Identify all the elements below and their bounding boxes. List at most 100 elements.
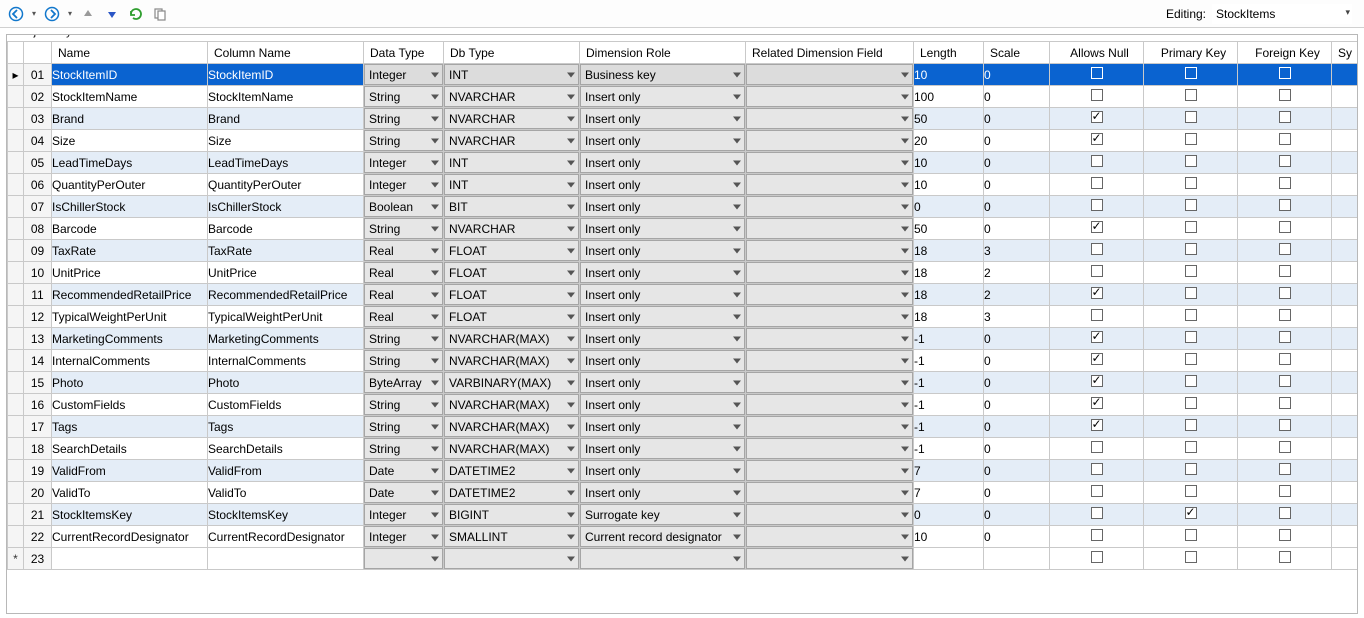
cell-rel-dim[interactable]	[746, 174, 914, 196]
cell-scale[interactable]: 0	[984, 64, 1050, 86]
combo-cell[interactable]	[746, 504, 913, 525]
cell-length[interactable]: -1	[914, 328, 984, 350]
cell-sy[interactable]	[1332, 328, 1358, 350]
combo-cell[interactable]: Real	[364, 240, 443, 261]
cell-name[interactable]: LeadTimeDays	[52, 152, 208, 174]
cell-dim-role[interactable]: Insert only	[580, 262, 746, 284]
cell-foreign-key[interactable]	[1238, 86, 1332, 108]
combo-cell[interactable]: NVARCHAR	[444, 86, 579, 107]
cell-name[interactable]: IsChillerStock	[52, 196, 208, 218]
cell-dim-role[interactable]: Insert only	[580, 108, 746, 130]
cell-rel-dim[interactable]	[746, 416, 914, 438]
cell-length[interactable]: 20	[914, 130, 984, 152]
cell-column-name[interactable]: StockItemName	[208, 86, 364, 108]
cell-foreign-key[interactable]	[1238, 394, 1332, 416]
cell-sy[interactable]	[1332, 416, 1358, 438]
cell-scale[interactable]: 0	[984, 504, 1050, 526]
cell-dim-role[interactable]	[580, 548, 746, 570]
cell-db-type[interactable]: NVARCHAR(MAX)	[444, 416, 580, 438]
combo-cell[interactable]: FLOAT	[444, 284, 579, 305]
cell-foreign-key[interactable]	[1238, 460, 1332, 482]
cell-db-type[interactable]: INT	[444, 64, 580, 86]
checkbox[interactable]	[1091, 243, 1103, 255]
cell-sy[interactable]	[1332, 372, 1358, 394]
cell-scale[interactable]: 0	[984, 196, 1050, 218]
combo-cell[interactable]: Current record designator	[580, 526, 745, 547]
checkbox[interactable]	[1091, 155, 1103, 167]
checkbox[interactable]	[1091, 463, 1103, 475]
checkbox[interactable]	[1091, 177, 1103, 189]
cell-name[interactable]: UnitPrice	[52, 262, 208, 284]
combo-cell[interactable]: FLOAT	[444, 240, 579, 261]
combo-cell[interactable]: Real	[364, 306, 443, 327]
combo-cell[interactable]	[746, 262, 913, 283]
combo-cell[interactable]: Insert only	[580, 372, 745, 393]
cell-data-type[interactable]: Integer	[364, 64, 444, 86]
cell-db-type[interactable]: BIT	[444, 196, 580, 218]
combo-cell[interactable]: FLOAT	[444, 306, 579, 327]
cell-db-type[interactable]: VARBINARY(MAX)	[444, 372, 580, 394]
cell-allows-null[interactable]	[1050, 350, 1144, 372]
cell-column-name[interactable]: TypicalWeightPerUnit	[208, 306, 364, 328]
new-row[interactable]: *23	[8, 548, 1358, 570]
checkbox[interactable]	[1185, 353, 1197, 365]
cell-foreign-key[interactable]	[1238, 196, 1332, 218]
cell-column-name[interactable]: MarketingComments	[208, 328, 364, 350]
cell-foreign-key[interactable]	[1238, 64, 1332, 86]
cell-dim-role[interactable]: Insert only	[580, 350, 746, 372]
checkbox[interactable]	[1091, 485, 1103, 497]
combo-cell[interactable]	[746, 284, 913, 305]
combo-cell[interactable]	[746, 306, 913, 327]
cell-name[interactable]: RecommendedRetailPrice	[52, 284, 208, 306]
cell-scale[interactable]: 0	[984, 394, 1050, 416]
cell-primary-key[interactable]	[1144, 196, 1238, 218]
checkbox[interactable]	[1091, 199, 1103, 211]
cell-name[interactable]: Photo	[52, 372, 208, 394]
cell-rel-dim[interactable]	[746, 328, 914, 350]
checkbox[interactable]	[1279, 551, 1291, 563]
cell-scale[interactable]: 0	[984, 86, 1050, 108]
cell-rel-dim[interactable]	[746, 108, 914, 130]
cell-db-type[interactable]: NVARCHAR(MAX)	[444, 438, 580, 460]
checkbox[interactable]	[1091, 529, 1103, 541]
table-row[interactable]: 17TagsTagsStringNVARCHAR(MAX)Insert only…	[8, 416, 1358, 438]
cell-dim-role[interactable]: Insert only	[580, 482, 746, 504]
checkbox[interactable]	[1091, 375, 1103, 387]
combo-cell[interactable]: Real	[364, 284, 443, 305]
cell-scale[interactable]: 0	[984, 372, 1050, 394]
cell-data-type[interactable]: String	[364, 350, 444, 372]
nav-forward-split[interactable]: ▾	[66, 4, 74, 24]
combo-cell[interactable]: String	[364, 328, 443, 349]
cell-column-name[interactable]: TaxRate	[208, 240, 364, 262]
cell-sy[interactable]	[1332, 482, 1358, 504]
cell-dim-role[interactable]: Insert only	[580, 328, 746, 350]
cell-length[interactable]: 10	[914, 152, 984, 174]
cell-scale[interactable]: 0	[984, 328, 1050, 350]
cell-primary-key[interactable]	[1144, 284, 1238, 306]
cell-name[interactable]: TypicalWeightPerUnit	[52, 306, 208, 328]
cell-scale[interactable]	[984, 548, 1050, 570]
combo-cell[interactable]: Insert only	[580, 174, 745, 195]
cell-column-name[interactable]: CustomFields	[208, 394, 364, 416]
cell-name[interactable]: InternalComments	[52, 350, 208, 372]
cell-db-type[interactable]: NVARCHAR(MAX)	[444, 350, 580, 372]
cell-scale[interactable]: 2	[984, 262, 1050, 284]
cell-allows-null[interactable]	[1050, 526, 1144, 548]
combo-cell[interactable]: Insert only	[580, 460, 745, 481]
cell-primary-key[interactable]	[1144, 108, 1238, 130]
cell-dim-role[interactable]: Insert only	[580, 174, 746, 196]
cell-dim-role[interactable]: Insert only	[580, 86, 746, 108]
combo-cell[interactable]: NVARCHAR	[444, 218, 579, 239]
hdr-primary-key[interactable]: Primary Key	[1144, 42, 1238, 64]
cell-scale[interactable]: 0	[984, 218, 1050, 240]
cell-name[interactable]: Size	[52, 130, 208, 152]
cell-rel-dim[interactable]	[746, 240, 914, 262]
cell-scale[interactable]: 0	[984, 130, 1050, 152]
combo-cell[interactable]: SMALLINT	[444, 526, 579, 547]
combo-cell[interactable]: INT	[444, 152, 579, 173]
checkbox[interactable]	[1185, 243, 1197, 255]
cell-length[interactable]: 10	[914, 526, 984, 548]
cell-sy[interactable]	[1332, 130, 1358, 152]
cell-dim-role[interactable]: Insert only	[580, 438, 746, 460]
table-row[interactable]: 22CurrentRecordDesignatorCurrentRecordDe…	[8, 526, 1358, 548]
